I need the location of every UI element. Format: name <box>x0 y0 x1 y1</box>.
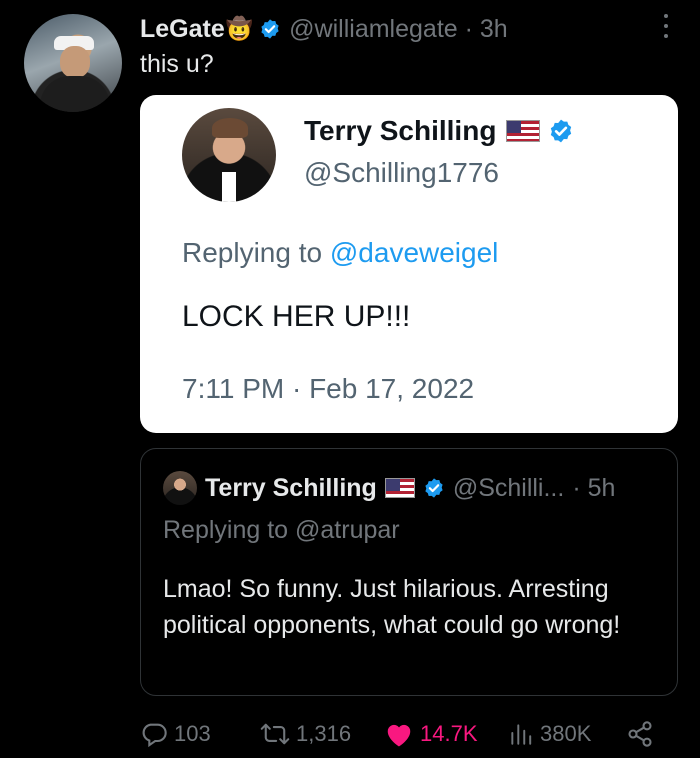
author-handle[interactable]: @williamlegate · 3h <box>289 15 508 44</box>
quoted-author-name: Terry Schilling <box>205 473 377 502</box>
views-button[interactable]: 380K <box>508 720 591 748</box>
author-name[interactable]: LeGate <box>140 15 225 44</box>
author-avatar[interactable] <box>24 14 122 112</box>
embedded-author-name: Terry Schilling <box>304 115 574 147</box>
verified-badge-icon <box>548 118 574 144</box>
reply-button[interactable]: 103 <box>140 720 211 748</box>
more-options-icon[interactable] <box>664 14 670 38</box>
avatar-body <box>40 76 110 112</box>
quoted-avatar <box>163 471 197 505</box>
tweet-text: this u? <box>140 50 214 78</box>
reply-icon <box>142 723 167 748</box>
verified-badge-icon <box>259 18 281 40</box>
attached-image[interactable]: Terry Schilling @Schilling1776 Replying … <box>140 95 678 433</box>
retweet-count: 1,316 <box>296 721 352 746</box>
embedded-tweet-text: LOCK HER UP!!! <box>182 300 411 333</box>
embedded-replying-to: Replying to @daveweigel <box>182 237 499 268</box>
tweet-header: LeGate 🤠 @williamlegate · 3h <box>140 14 508 44</box>
us-flag-icon <box>384 478 415 498</box>
share-button[interactable] <box>626 720 654 748</box>
embedded-avatar <box>182 108 276 202</box>
verified-badge-icon <box>423 477 445 499</box>
quoted-tweet[interactable]: Terry Schilling @Schilli... · 5h Replyin… <box>140 448 678 696</box>
share-icon <box>628 721 652 747</box>
views-icon <box>511 724 532 745</box>
retweet-button[interactable]: 1,316 <box>260 720 351 748</box>
reply-count: 103 <box>174 721 211 746</box>
like-button[interactable]: 14.7K <box>384 720 478 748</box>
like-count: 14.7K <box>420 721 478 746</box>
quoted-author-handle: @Schilli... <box>452 473 565 502</box>
heart-icon <box>387 724 411 747</box>
quoted-tweet-text: Lmao! So funny. Just hilarious. Arrestin… <box>163 575 621 639</box>
cowboy-emoji-icon: 🤠 <box>225 16 254 41</box>
embedded-author-handle: @Schilling1776 <box>304 157 499 188</box>
avatar-face <box>60 46 90 78</box>
tweet-actions: 103 1,316 14.7K 380K <box>140 716 680 752</box>
embedded-tweet-date: 7:11 PM · Feb 17, 2022 <box>182 373 475 404</box>
quoted-replying-to: Replying to @atrupar <box>163 516 400 544</box>
quoted-tweet-time: · 5h <box>572 473 616 502</box>
quoted-tweet-header: Terry Schilling @Schilli... · 5h <box>163 471 615 505</box>
tweet-time: · 3h <box>464 14 508 43</box>
retweet-icon <box>260 723 290 745</box>
views-count: 380K <box>540 721 592 746</box>
us-flag-icon <box>506 120 541 142</box>
